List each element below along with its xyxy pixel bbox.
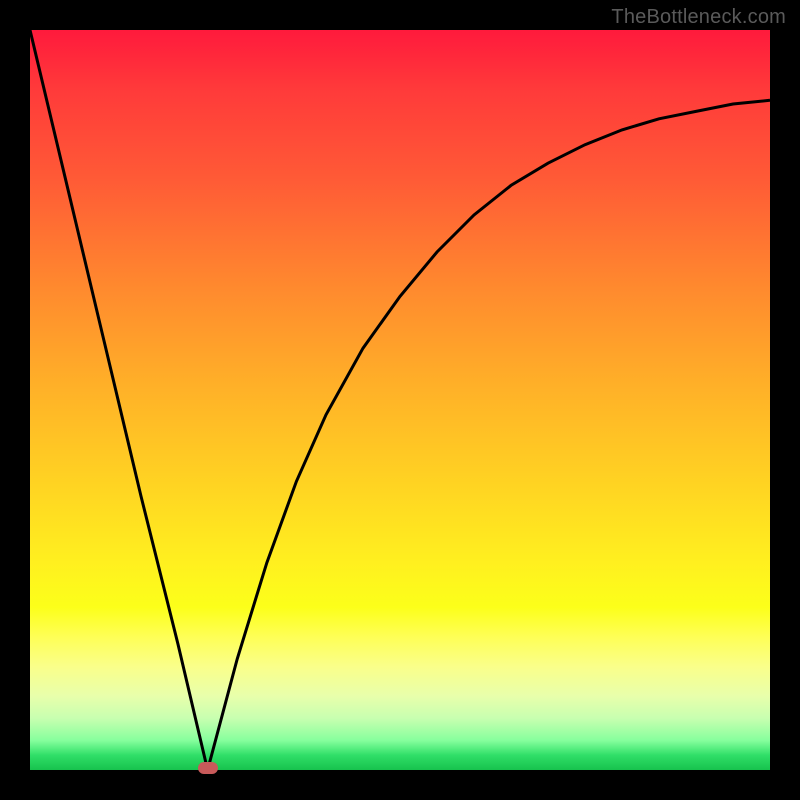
curve-layer bbox=[30, 30, 770, 770]
curve-left-branch bbox=[30, 30, 208, 770]
curve-right-branch bbox=[208, 100, 770, 770]
plot-area bbox=[30, 30, 770, 770]
minimum-marker bbox=[198, 762, 218, 774]
chart-frame: TheBottleneck.com bbox=[0, 0, 800, 800]
watermark-text: TheBottleneck.com bbox=[611, 6, 786, 29]
